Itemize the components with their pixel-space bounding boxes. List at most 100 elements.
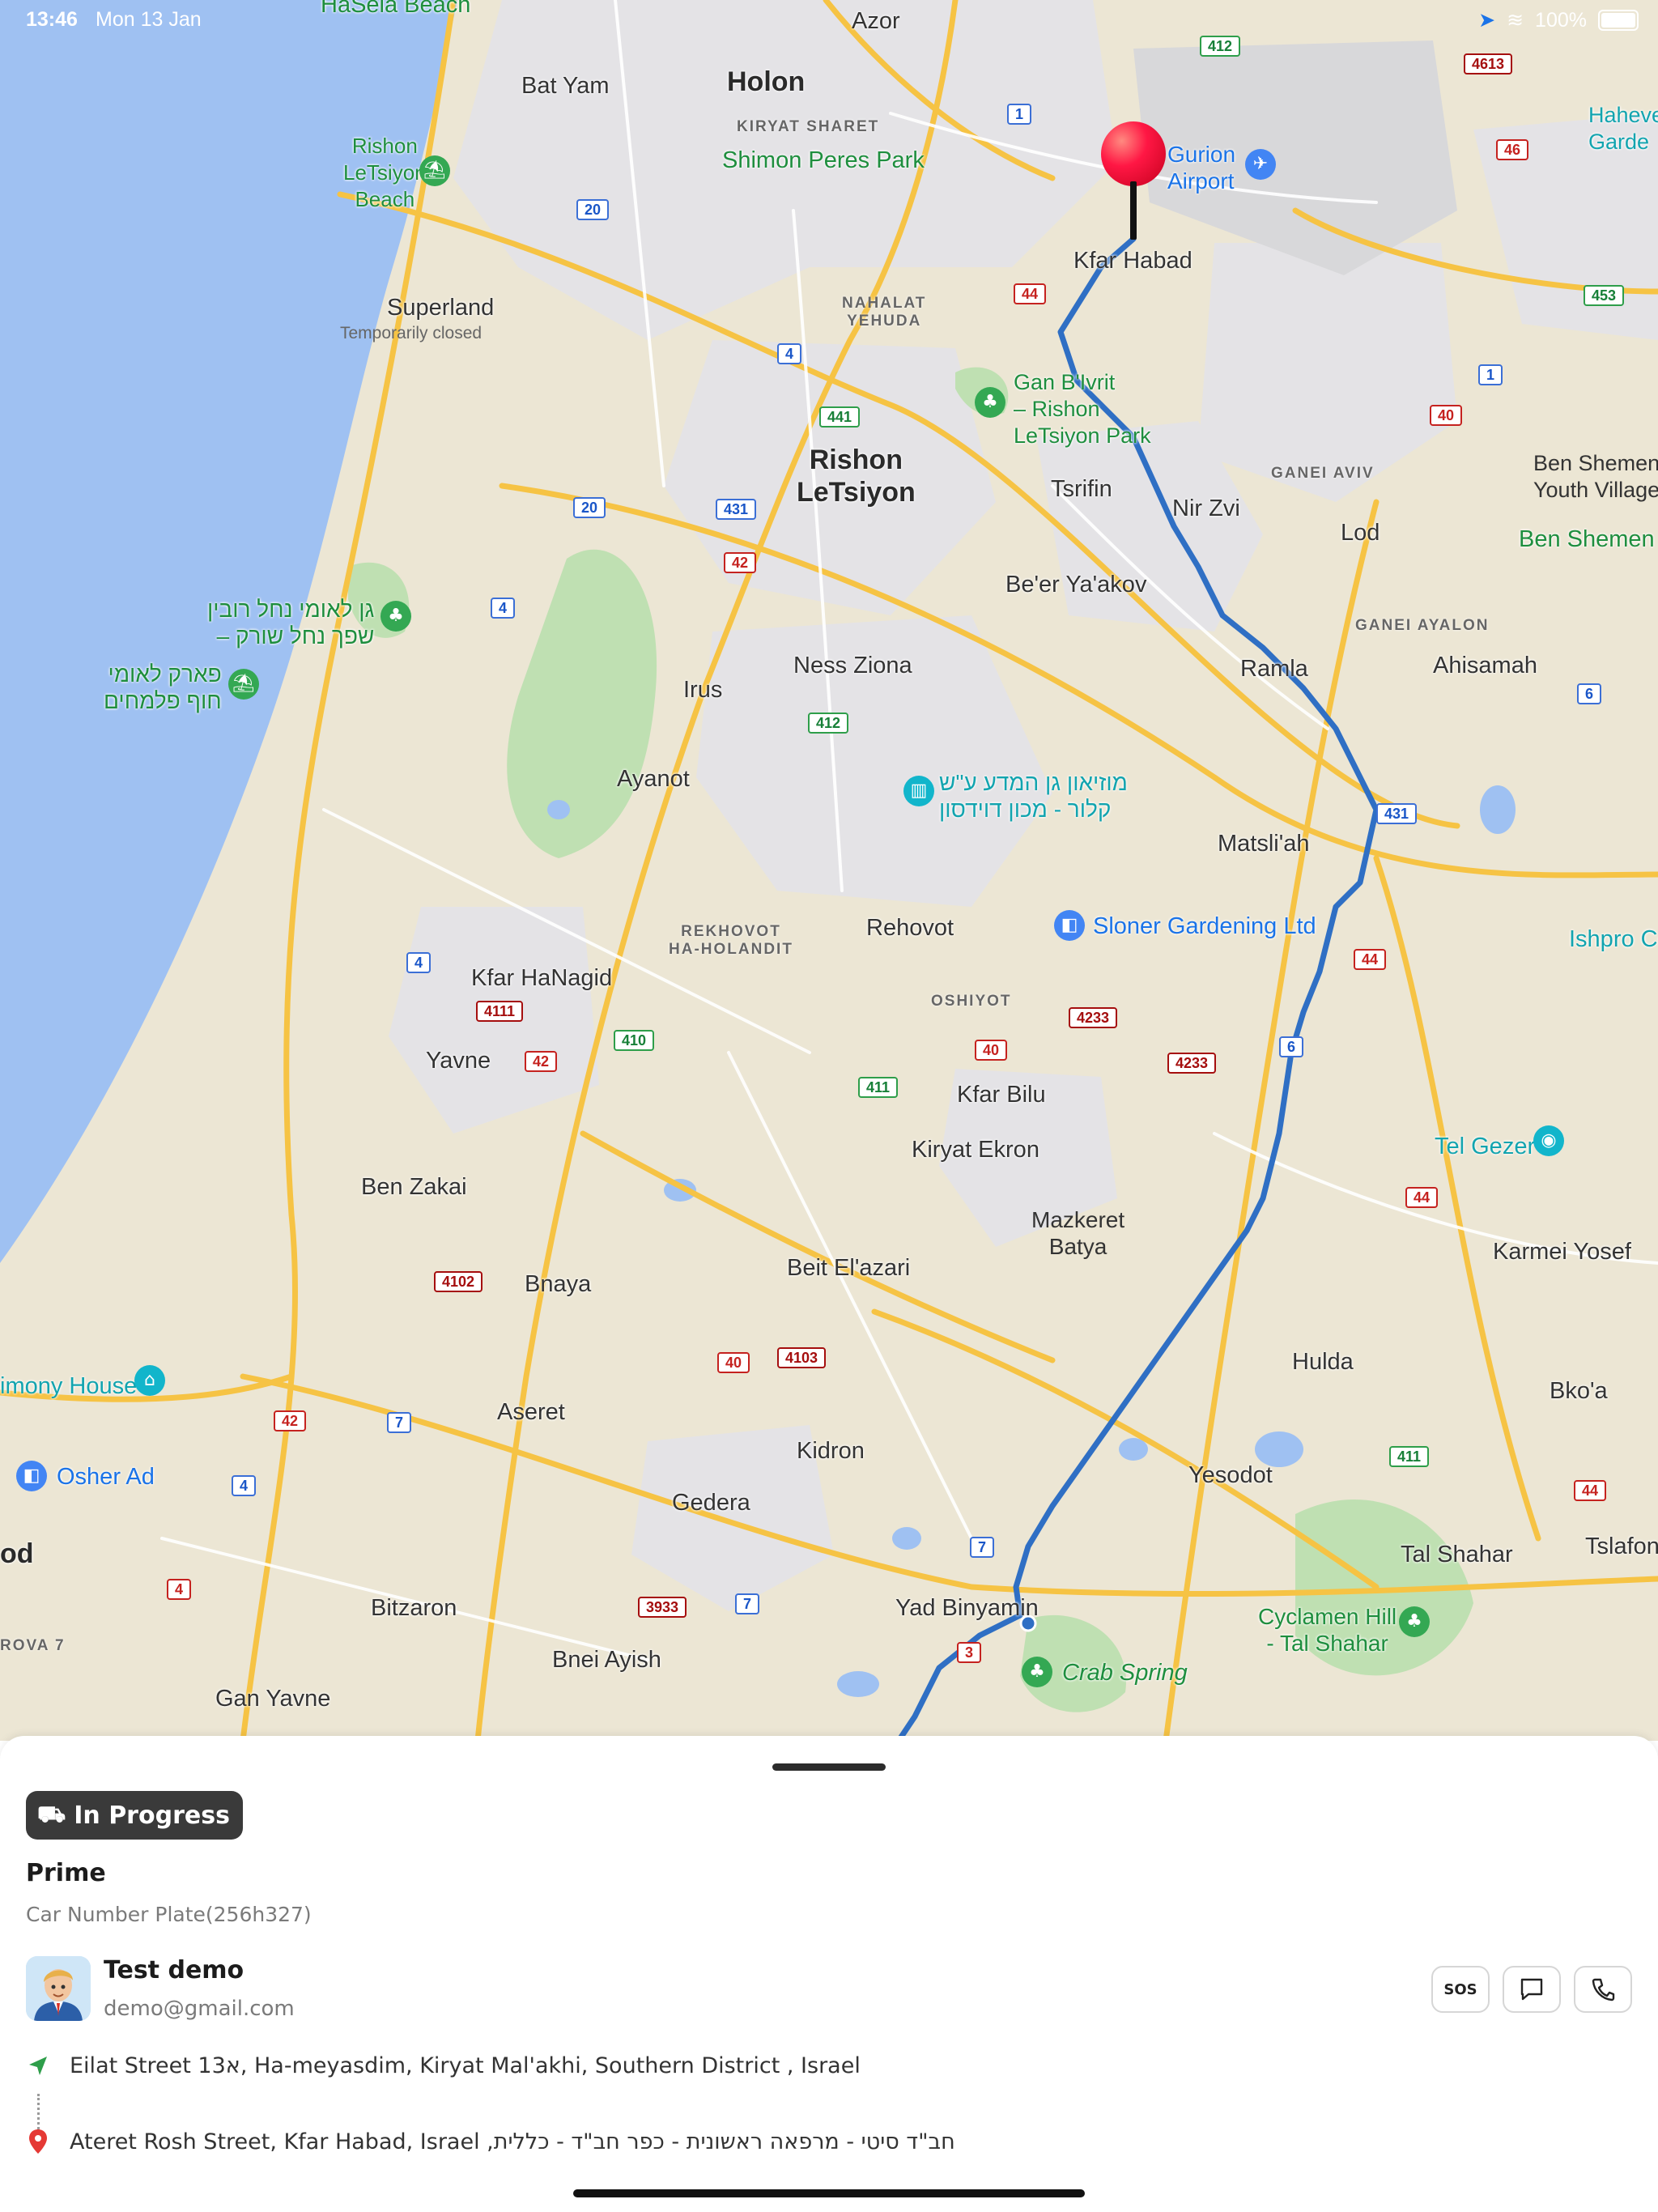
- trip-details-sheet: ⛟ In Progress Prime Car Number Plate(256…: [0, 1736, 1658, 2212]
- road-shield: 7: [970, 1537, 995, 1558]
- map-label-tal-shahar: Tal Shahar: [1401, 1542, 1513, 1568]
- road-shield: 411: [1389, 1446, 1430, 1467]
- road-shield: 44: [1354, 949, 1387, 970]
- location-arrow-icon: ➤: [1478, 9, 1496, 32]
- road-shield: 431: [1376, 803, 1418, 824]
- museum-icon: ▥: [903, 776, 934, 806]
- map-label-tsrifin: Tsrifin: [1051, 476, 1112, 502]
- map-label-mazkeret: Mazkeret Batya: [1031, 1207, 1125, 1259]
- map-label-ayanot: Ayanot: [617, 766, 690, 792]
- road-shield: 412: [808, 713, 849, 734]
- tree-icon-4: ♣: [1022, 1657, 1052, 1687]
- road-shield: 3933: [638, 1597, 687, 1618]
- map-label-rekhovot-ha: REKHOVOT HA-HOLANDIT: [669, 923, 793, 958]
- home-indicator[interactable]: [573, 2189, 1085, 2197]
- map-label-ganei-ayalon: GANEI AYALON: [1355, 617, 1490, 634]
- map-label-temp-closed: Temporarily closed: [340, 324, 483, 342]
- camera-icon: ◉: [1533, 1125, 1564, 1156]
- map-view[interactable]: 13:46 Mon 13 Jan ➤ ≋ 100% HaSela Beach A…: [0, 0, 1658, 1741]
- map-label-tel-gezer: Tel Gezer: [1435, 1134, 1536, 1159]
- road-shield: 44: [1574, 1480, 1607, 1501]
- dropoff-pin-icon: [29, 2129, 47, 2154]
- map-label-sloner: Sloner Gardening Ltd: [1093, 913, 1316, 939]
- map-label-nahal-rubin: גן לאומי נחל רובין – שפך נחל שורק: [207, 597, 375, 649]
- road-shield: 42: [525, 1051, 558, 1072]
- pickup-arrow-icon: [29, 2056, 47, 2075]
- chat-button[interactable]: [1503, 1966, 1561, 2013]
- user-email: demo@gmail.com: [104, 1997, 295, 2021]
- road-shield: 4102: [434, 1271, 483, 1292]
- sheet-grabber[interactable]: [772, 1763, 886, 1771]
- road-shield: 6: [1279, 1036, 1304, 1057]
- map-label-aseret: Aseret: [497, 1399, 565, 1425]
- house-icon: ⌂: [134, 1365, 165, 1396]
- map-label-bnaya: Bnaya: [525, 1271, 592, 1297]
- map-label-irus: Irus: [683, 677, 723, 703]
- map-label-gan-bivrit: Gan B'Ivrit – Rishon LeTsiyon Park: [1014, 370, 1151, 448]
- map-label-hasela: HaSela Beach: [321, 0, 471, 18]
- battery-percent: 100%: [1535, 8, 1587, 32]
- map-label-nahalat: NAHALAT YEHUDA: [842, 295, 927, 330]
- road-shield: 410: [614, 1030, 655, 1051]
- map-label-bkoa: Bko'a: [1550, 1378, 1608, 1404]
- call-button[interactable]: [1574, 1966, 1632, 2013]
- map-label-haheve: Haheve Garde: [1588, 103, 1658, 154]
- road-shield: 4: [167, 1579, 192, 1600]
- map-label-ben-shemen-f: Ben Shemen F: [1519, 526, 1658, 552]
- road-shield: 431: [716, 499, 757, 520]
- user-name: Test demo: [104, 1956, 244, 1984]
- tree-icon-3: ♣: [1399, 1606, 1430, 1637]
- road-shield: 42: [724, 552, 757, 573]
- map-label-gan-yavne: Gan Yavne: [215, 1686, 331, 1712]
- road-shield: 4103: [777, 1347, 827, 1368]
- road-shield: 20: [573, 497, 606, 518]
- map-label-crab-spring: Crab Spring: [1062, 1660, 1188, 1686]
- trip-status-badge: ⛟ In Progress: [26, 1791, 243, 1840]
- map-label-gedera: Gedera: [672, 1490, 750, 1516]
- map-label-kiryat-sharet: KIRYAT SHARET: [737, 118, 880, 135]
- car-icon: ⛟: [37, 1800, 66, 1827]
- map-label-superland: Superland: [387, 295, 495, 321]
- map-label-nir-zvi: Nir Zvi: [1172, 496, 1240, 521]
- map-label-yavne: Yavne: [426, 1048, 491, 1074]
- map-label-bnei-ayish: Bnei Ayish: [552, 1647, 661, 1673]
- map-label-palmahim: פארק לאומי חוף פלמחים: [104, 661, 222, 713]
- road-shield: 46: [1496, 139, 1529, 160]
- map-label-ishpro: Ishpro Ce: [1569, 926, 1658, 952]
- map-label-cyclamen: Cyclamen Hill - Tal Shahar: [1258, 1604, 1397, 1656]
- map-label-hulda: Hulda: [1292, 1349, 1354, 1375]
- status-indicators: ➤ ≋ 100%: [1478, 8, 1639, 32]
- road-shield: 7: [387, 1412, 412, 1433]
- map-label-imony: imony House: [0, 1373, 138, 1399]
- road-shield: 4: [491, 598, 516, 619]
- road-shield: 441: [819, 406, 861, 428]
- map-label-od: od: [0, 1538, 34, 1569]
- wifi-icon: ≋: [1507, 9, 1524, 32]
- sos-button[interactable]: SOS: [1431, 1966, 1490, 2013]
- map-label-museum: מוזיאון גן המדע ע"ש קלור - מכון דוידסון: [939, 770, 1128, 822]
- pickup-row: Eilat Street 13א, Ha-meyasdim, Kiryat Ma…: [26, 2053, 861, 2078]
- map-label-kidron: Kidron: [797, 1438, 865, 1464]
- road-shield: 4: [406, 952, 432, 973]
- map-label-beit-elazari: Beit El'azari: [787, 1255, 911, 1281]
- map-label-ganei-aviv: GANEI AVIV: [1271, 465, 1375, 482]
- map-label-azor: Azor: [852, 8, 900, 34]
- pin-head: [1101, 121, 1166, 186]
- road-shield: 20: [576, 199, 610, 220]
- map-label-tslafon: Tslafon: [1585, 1534, 1658, 1559]
- map-label-rishon: Rishon LeTsiyon: [797, 445, 916, 508]
- battery-icon: [1598, 10, 1639, 31]
- chat-icon: [1520, 1978, 1543, 2001]
- phone-icon: [1592, 1978, 1615, 2001]
- sos-label: SOS: [1443, 1980, 1477, 1998]
- road-shield: 1: [1007, 104, 1032, 125]
- map-label-kfar-bilu: Kfar Bilu: [957, 1082, 1046, 1108]
- map-label-beer-yaakov: Be'er Ya'akov: [1005, 572, 1147, 598]
- road-shield: 4233: [1167, 1053, 1217, 1074]
- car-plate: Car Number Plate(256h327): [26, 1903, 312, 1926]
- pin-needle: [1130, 181, 1137, 240]
- destination-pin[interactable]: [1101, 121, 1166, 243]
- tree-icon-2: ♣: [380, 601, 411, 632]
- road-shield: 3: [957, 1642, 982, 1663]
- dropoff-row: חב"ד סיטי - מרפאה ראשונית - כפר חב"ד - כ…: [26, 2128, 955, 2155]
